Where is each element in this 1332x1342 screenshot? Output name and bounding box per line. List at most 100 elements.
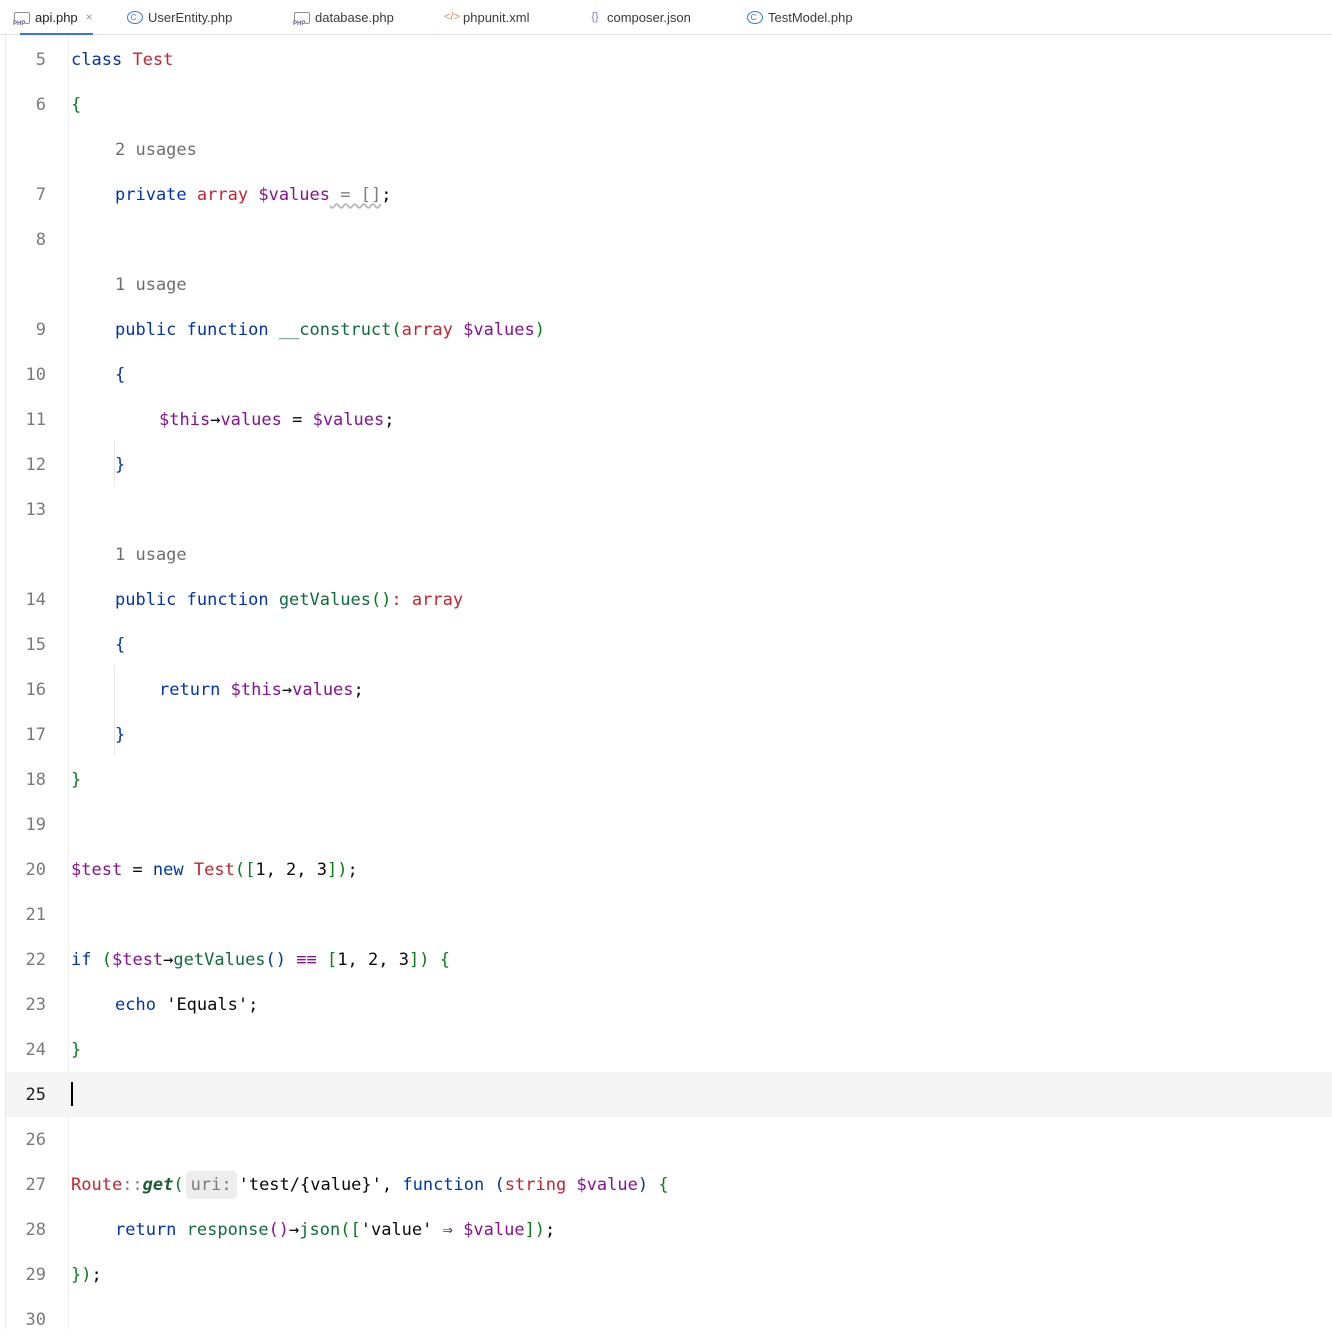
code-line[interactable]: 5 class Test bbox=[6, 37, 1332, 82]
parameter-name-hint: uri: bbox=[185, 1171, 237, 1199]
code-line[interactable]: 9 public function __construct(array $val… bbox=[6, 307, 1332, 352]
tab-label: TestModel.php bbox=[768, 9, 853, 25]
code-line[interactable]: 28 return response()→json(['value' ⇒ $va… bbox=[6, 1207, 1332, 1252]
line-number: 19 bbox=[25, 815, 46, 835]
code-line[interactable]: 6 { bbox=[6, 82, 1332, 127]
code-line[interactable]: 26 bbox=[6, 1117, 1332, 1162]
code-editor[interactable]: 5 class Test 6 { 2 usages 7 private arra… bbox=[6, 35, 1332, 1330]
line-number: 11 bbox=[25, 410, 46, 430]
code-text: } bbox=[115, 725, 126, 745]
line-number: 22 bbox=[25, 950, 46, 970]
line-number: 28 bbox=[25, 1220, 46, 1240]
php-file-icon bbox=[293, 12, 310, 27]
json-file-icon: {} bbox=[591, 11, 599, 23]
code-line[interactable]: 23 echo 'Equals'; bbox=[6, 982, 1332, 1027]
code-text: { bbox=[115, 365, 126, 385]
close-icon[interactable]: × bbox=[86, 10, 93, 24]
line-number: 16 bbox=[25, 680, 46, 700]
usage-hint-row: 2 usages bbox=[6, 127, 1332, 172]
tab-testmodel-php[interactable]: TestModel.php bbox=[747, 0, 853, 34]
code-line[interactable]: 11 $this→values = $values; bbox=[6, 397, 1332, 442]
code-text: echo 'Equals'; bbox=[115, 995, 259, 1015]
code-text: class Test bbox=[71, 50, 174, 70]
tab-label: composer.json bbox=[607, 9, 691, 25]
tab-label: phpunit.xml bbox=[463, 9, 530, 25]
tab-phpunit-xml[interactable]: </> phpunit.xml bbox=[444, 0, 529, 34]
code-text: $test = new Test([1, 2, 3]); bbox=[71, 860, 358, 880]
line-number: 23 bbox=[25, 995, 46, 1015]
code-text: Route::get(uri:'test/{value}', function … bbox=[71, 1171, 669, 1199]
line-number: 15 bbox=[25, 635, 46, 655]
tab-composer-json[interactable]: {} composer.json bbox=[588, 0, 691, 34]
code-line[interactable]: 18 } bbox=[6, 757, 1332, 802]
tab-database-php[interactable]: database.php bbox=[293, 0, 394, 34]
code-line[interactable]: 7 private array $values = []; bbox=[6, 172, 1332, 217]
tab-api-php[interactable]: api.php × bbox=[13, 0, 93, 35]
code-text: $this→values = $values; bbox=[159, 410, 395, 430]
line-number: 20 bbox=[25, 860, 46, 880]
text-caret bbox=[71, 1082, 73, 1106]
code-line[interactable]: 19 bbox=[6, 802, 1332, 847]
code-text: return $this→values; bbox=[159, 680, 364, 700]
line-number: 21 bbox=[25, 905, 46, 925]
code-text: public function getValues(): array bbox=[115, 590, 464, 610]
line-number: 26 bbox=[25, 1130, 46, 1150]
code-text: } bbox=[71, 1040, 82, 1060]
line-number: 12 bbox=[25, 455, 46, 475]
code-text: return response()→json(['value' ⇒ $value… bbox=[115, 1220, 556, 1240]
code-line[interactable]: 30 bbox=[6, 1297, 1332, 1342]
xml-file-icon: </> bbox=[444, 11, 460, 23]
code-line[interactable]: 27 Route::get(uri:'test/{value}', functi… bbox=[6, 1162, 1332, 1207]
code-line[interactable]: 13 bbox=[6, 487, 1332, 532]
code-text: } bbox=[71, 770, 82, 790]
line-number: 8 bbox=[35, 230, 46, 250]
usage-hint[interactable]: 1 usage bbox=[115, 274, 187, 296]
code-line[interactable]: 22 if ($test→getValues() ≡≡ [1, 2, 3]) { bbox=[6, 937, 1332, 982]
code-text: private array $values = []; bbox=[115, 185, 392, 205]
tab-userentity-php[interactable]: UserEntity.php bbox=[127, 0, 232, 34]
line-number: 24 bbox=[25, 1040, 46, 1060]
code-line[interactable]: 8 bbox=[6, 217, 1332, 262]
tab-label: database.php bbox=[315, 9, 394, 25]
code-line[interactable]: 10 { bbox=[6, 352, 1332, 397]
code-text bbox=[71, 1082, 73, 1106]
tab-label: api.php bbox=[35, 9, 78, 25]
code-text: if ($test→getValues() ≡≡ [1, 2, 3]) { bbox=[71, 950, 450, 970]
current-code-line[interactable]: 25 bbox=[6, 1072, 1332, 1117]
line-number: 18 bbox=[25, 770, 46, 790]
usage-hint[interactable]: 2 usages bbox=[115, 139, 197, 161]
code-text: public function __construct(array $value… bbox=[115, 320, 545, 340]
code-line[interactable]: 17 } bbox=[6, 712, 1332, 757]
code-text: { bbox=[71, 95, 82, 115]
code-line[interactable]: 14 public function getValues(): array bbox=[6, 577, 1332, 622]
code-text: { bbox=[115, 635, 126, 655]
line-number: 30 bbox=[25, 1310, 46, 1330]
code-text: }); bbox=[71, 1265, 102, 1285]
line-number: 25 bbox=[25, 1085, 46, 1105]
line-number: 10 bbox=[25, 365, 46, 385]
usage-hint[interactable]: 1 usage bbox=[115, 544, 187, 566]
line-number: 5 bbox=[35, 50, 46, 70]
line-number: 13 bbox=[25, 500, 46, 520]
editor-tab-bar: api.php × UserEntity.php database.php </… bbox=[0, 0, 1332, 35]
code-line[interactable]: 15 { bbox=[6, 622, 1332, 667]
line-number: 29 bbox=[25, 1265, 46, 1285]
code-line[interactable]: 20 $test = new Test([1, 2, 3]); bbox=[6, 847, 1332, 892]
line-number: 9 bbox=[35, 320, 46, 340]
class-icon bbox=[127, 10, 143, 24]
code-line[interactable]: 16 return $this→values; bbox=[6, 667, 1332, 712]
code-line[interactable]: 12 } bbox=[6, 442, 1332, 487]
line-number: 14 bbox=[25, 590, 46, 610]
line-number: 6 bbox=[35, 95, 46, 115]
code-line[interactable]: 29 }); bbox=[6, 1252, 1332, 1297]
php-file-icon bbox=[13, 12, 30, 27]
usage-hint-row: 1 usage bbox=[6, 262, 1332, 307]
tab-label: UserEntity.php bbox=[148, 9, 233, 25]
line-number: 27 bbox=[25, 1175, 46, 1195]
usage-hint-row: 1 usage bbox=[6, 532, 1332, 577]
class-icon bbox=[747, 10, 763, 24]
line-number: 17 bbox=[25, 725, 46, 745]
code-line[interactable]: 21 bbox=[6, 892, 1332, 937]
code-line[interactable]: 24 } bbox=[6, 1027, 1332, 1072]
line-number: 7 bbox=[35, 185, 46, 205]
